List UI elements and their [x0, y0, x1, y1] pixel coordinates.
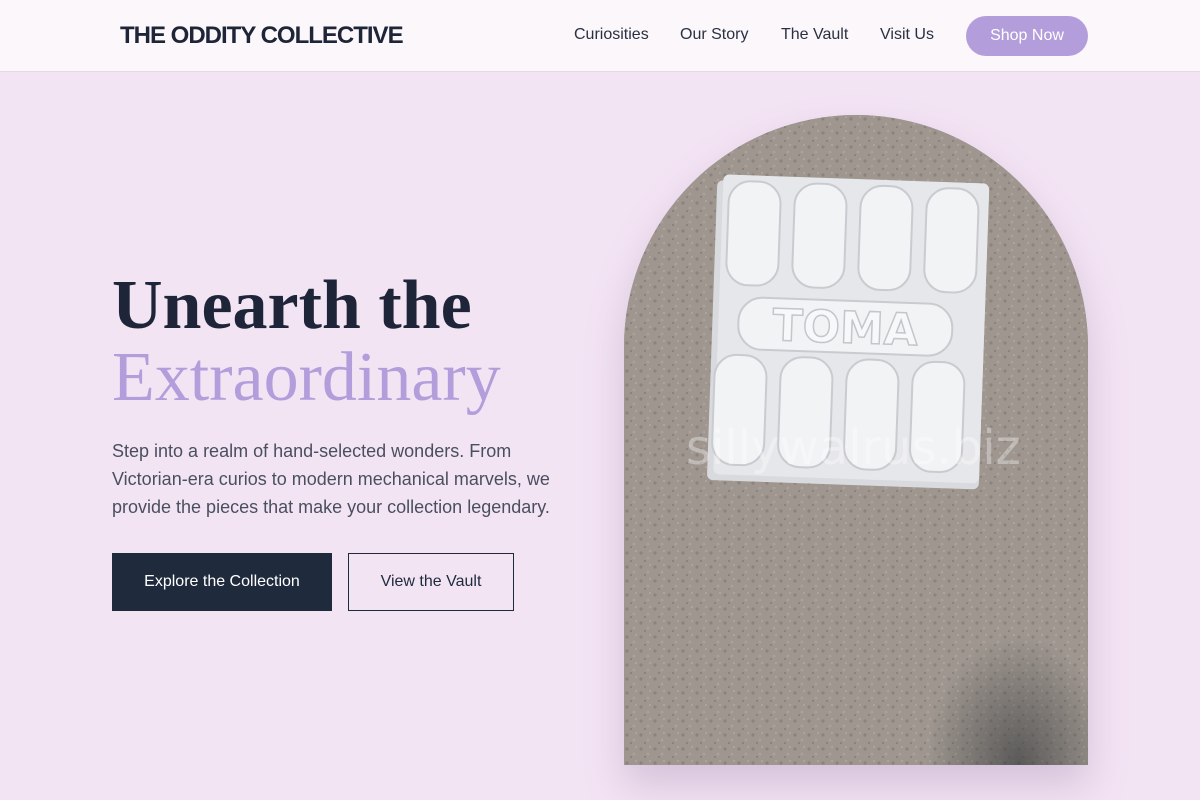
nav-link-our-story[interactable]: Our Story — [680, 26, 748, 44]
view-vault-button[interactable]: View the Vault — [348, 553, 514, 611]
brand-logo[interactable]: THE ODDITY COLLECTIVE — [120, 22, 404, 50]
image-watermark: sillywalrus.biz — [686, 420, 1021, 476]
hero-title-line2: Extraordinary — [112, 339, 501, 416]
nav-link-curiosities[interactable]: Curiosities — [574, 26, 649, 44]
explore-collection-button[interactable]: Explore the Collection — [112, 553, 332, 611]
hero-description: Step into a realm of hand-selected wonde… — [112, 441, 550, 517]
hero-title-line1: Unearth the — [112, 267, 472, 344]
nav-link-visit-us[interactable]: Visit Us — [880, 26, 934, 44]
shop-now-button[interactable]: Shop Now — [966, 16, 1088, 56]
nav-link-the-vault[interactable]: The Vault — [781, 26, 848, 44]
plaque-text: TOMA — [772, 300, 919, 356]
top-navbar: THE ODDITY COLLECTIVE Curiosities Our St… — [0, 0, 1200, 72]
